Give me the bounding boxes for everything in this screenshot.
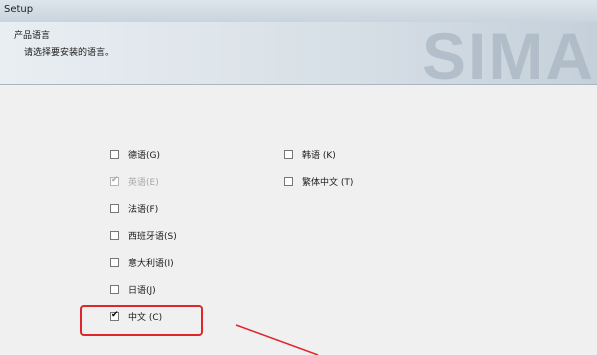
annotation-arrow [235,324,319,355]
